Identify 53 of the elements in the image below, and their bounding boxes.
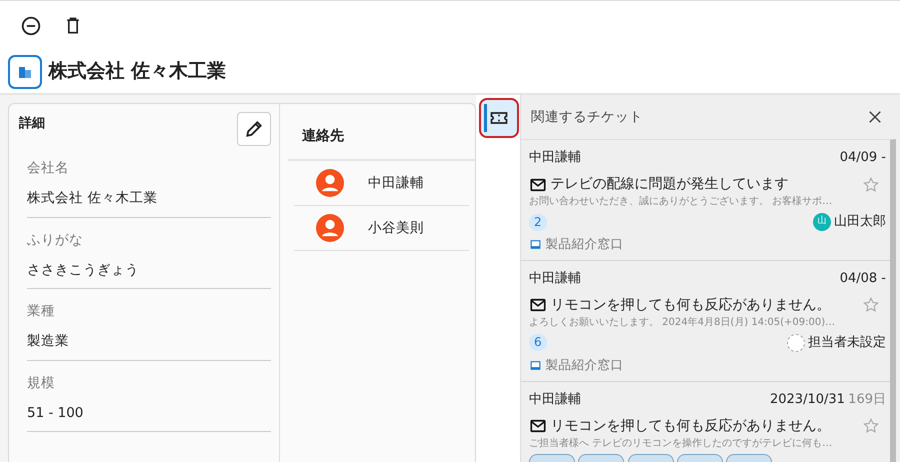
avatar-icon [316, 214, 344, 242]
field-label: 会社名 [27, 159, 70, 178]
section-title: 詳細 [19, 115, 45, 133]
ticket-subject: テレビの配線に問題が発生しています [550, 175, 788, 194]
field-label: 業種 [27, 302, 56, 321]
ticket-subject: リモコンを押しても何も反応がありません。 [550, 416, 830, 436]
field-value: 製造業 [27, 332, 70, 352]
contact-item[interactable]: 小谷美則 [294, 206, 469, 251]
envelope-icon [529, 417, 547, 435]
ticket-subject: リモコンを押しても何も反応がありません。 [550, 296, 830, 315]
inbox-icon [529, 358, 542, 372]
ticket-preview: お問い合わせいただき、誠にありがとうございます。 お客様サポ… [529, 195, 834, 209]
ticket-item[interactable]: 中田謙輔 2023/10/31 169日 リモコンを押しても何も反応がありません。 ご担当者様へ テレビのリモコンを操作したのですがテレビに何も… [521, 382, 890, 462]
contact-name: 小谷美則 [368, 218, 424, 238]
pencil-icon [244, 119, 264, 139]
tag [529, 454, 575, 462]
ticket-age: 169日 [848, 390, 886, 408]
avatar-icon [316, 169, 344, 197]
assignee-name: 担当者未設定 [808, 334, 886, 352]
ticket-item[interactable]: 中田謙輔 04/08 - リモコンを押しても何も反応がありません。 よろしくお願いいたします。 2024年4月8日(月) 14:05(+09:00)… 6 担当者未設定 製品紹介窓口 [521, 260, 890, 382]
customer-name: 中田謙輔 [529, 270, 581, 288]
field-label: ふりがな [27, 230, 84, 250]
page-title: 株式会社 佐々木工業 [48, 59, 226, 84]
assignee-avatar: 山 [812, 213, 831, 231]
minus-circle-icon [20, 14, 42, 36]
customer-name: 中田謙輔 [529, 148, 581, 167]
building-icon [8, 54, 42, 88]
contact-name: 中田謙輔 [368, 174, 424, 193]
inbox-icon [529, 238, 542, 251]
customer-name: 中田謙輔 [529, 390, 581, 408]
field-value: ささきこうぎょう [27, 260, 140, 280]
field-label: 規模 [27, 374, 56, 392]
tag [676, 454, 723, 462]
ticket-preview: よろしくお願いいたします。 2024年4月8日(月) 14:05(+09:00)… [529, 316, 836, 330]
ticket-item[interactable]: 中田謙輔 04/09 - テレビの配線に問題が発生しています お問い合わせいただき、誠にありがとうございます。 お客様サポ… 2 山 山田太郎 製品紹介窓口 [521, 140, 890, 261]
tag [578, 454, 624, 462]
ticket-preview: ご担当者様へ テレビのリモコンを操作したのですがテレビに何も… [529, 436, 834, 450]
ticket-date: 2023/10/31 [770, 390, 845, 408]
tag [726, 454, 772, 462]
field-value: 51 - 100 [27, 404, 84, 423]
panel-title: 関連するチケット [531, 108, 643, 127]
assignee-name: 山田太郎 [834, 213, 886, 232]
inbox-name: 製品紹介窓口 [545, 356, 624, 374]
inbox-name: 製品紹介窓口 [545, 235, 624, 253]
message-count: 6 [529, 334, 547, 352]
ticket-tab[interactable] [479, 98, 519, 138]
ticket-date: 04/08 - [840, 270, 886, 288]
tag [628, 454, 674, 462]
contact-item[interactable]: 中田謙輔 [294, 161, 469, 206]
message-count: 2 [529, 214, 547, 230]
field-value: 株式会社 佐々木工業 [27, 189, 158, 208]
ticket-date: 04/09 - [840, 149, 886, 167]
edit-button[interactable] [236, 112, 271, 146]
